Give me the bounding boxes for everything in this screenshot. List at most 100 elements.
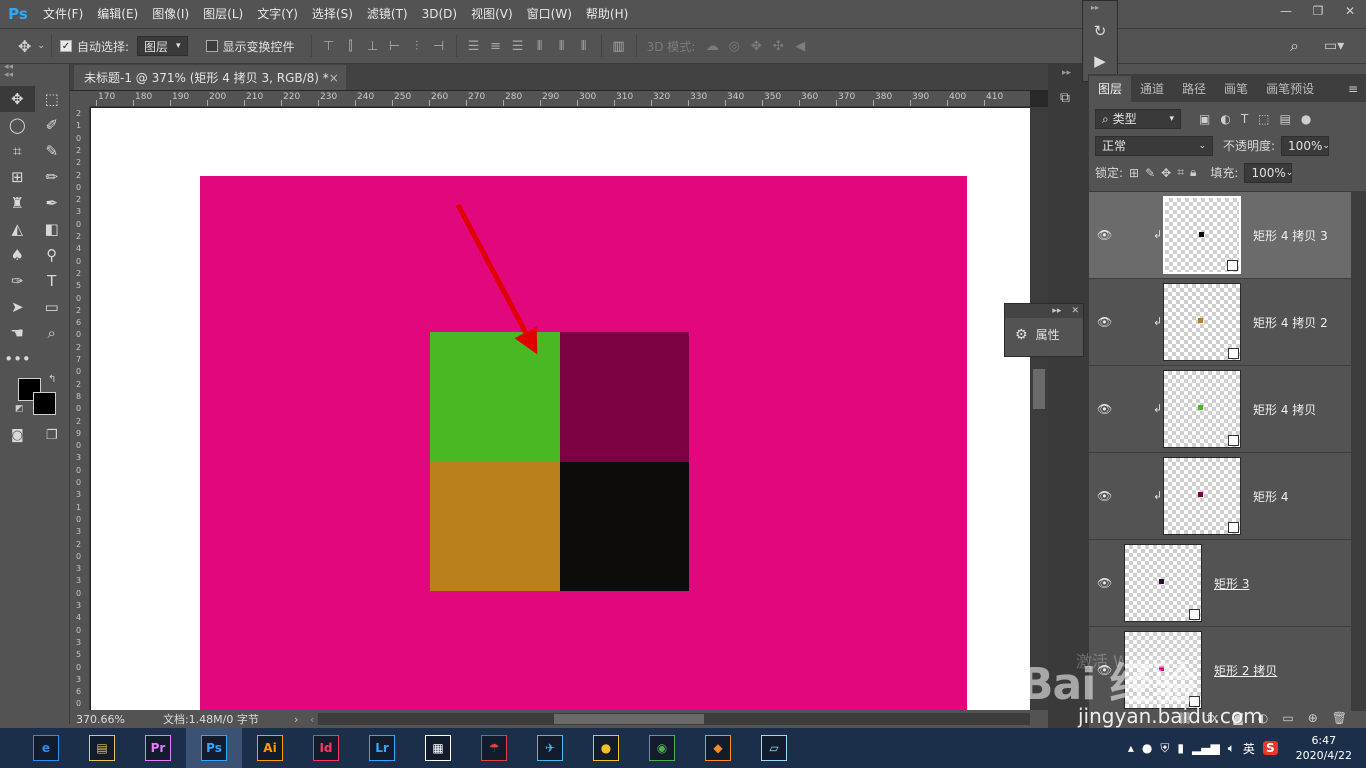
distribute-left-icon[interactable]: ⦀ — [529, 35, 551, 57]
layer-name[interactable]: 矩形 4 — [1253, 488, 1288, 505]
layer-thumbnail[interactable] — [1163, 283, 1241, 361]
menu-item[interactable]: 文字(Y) — [250, 0, 305, 28]
layer-name[interactable]: 矩形 4 拷贝 2 — [1253, 314, 1328, 331]
menu-item[interactable]: 帮助(H) — [579, 0, 635, 28]
network-icon[interactable]: ▂▄▆ — [1192, 741, 1220, 755]
play-icon[interactable]: ▶ — [1083, 52, 1117, 70]
align-top-icon[interactable]: ⊤ — [318, 35, 340, 57]
shape-filter-icon[interactable]: ⬚ — [1258, 112, 1269, 126]
layer-thumbnail[interactable] — [1163, 457, 1241, 535]
collapse-icon[interactable]: ▸▸ — [1062, 68, 1071, 78]
restore-icon[interactable]: ❐ — [1302, 0, 1334, 22]
new-layer-icon[interactable]: ⊕ — [1308, 711, 1318, 725]
align-left-icon[interactable]: ⊢ — [384, 35, 406, 57]
screen-mode-icon[interactable]: ❐ — [35, 422, 70, 448]
collapse-icon[interactable]: ◂◂ — [4, 62, 13, 72]
align-hcenter-icon[interactable]: ⫶ — [406, 35, 428, 57]
chevron-left-icon[interactable]: ‹ — [310, 713, 314, 726]
lock-all-icon[interactable]: 🔒︎ — [1190, 165, 1196, 180]
scrollbar-thumb[interactable] — [554, 714, 704, 724]
taskbar-file-explorer[interactable]: ▤ — [74, 728, 130, 768]
rectangle-tool-icon[interactable]: ▭ — [35, 294, 70, 320]
scrollbar-thumb[interactable] — [1033, 369, 1045, 409]
swap-colors-icon[interactable]: ↰ — [48, 374, 56, 385]
eye-icon[interactable]: 👁︎ — [1097, 489, 1113, 503]
collapse-icon[interactable]: ▸▸ — [1083, 1, 1117, 14]
auto-select-checkbox[interactable]: ✓ — [59, 40, 72, 52]
layer-thumbnail[interactable] — [1163, 370, 1241, 448]
fx-icon[interactable]: fx — [1207, 711, 1218, 725]
distribute-right-icon[interactable]: ⦀ — [573, 35, 595, 57]
lock-artboard-icon[interactable]: ⌗ — [1177, 165, 1184, 180]
taskbar-illustrator[interactable]: Ai — [242, 728, 298, 768]
smart-object-filter-icon[interactable]: ▤ — [1280, 112, 1291, 126]
layer-row[interactable]: 👁︎ ↲ 矩形 4 拷贝 — [1089, 366, 1351, 453]
link-layers-icon[interactable]: ⛓ — [1178, 711, 1193, 725]
align-right-icon[interactable]: ⊣ — [428, 35, 450, 57]
distribute-top-icon[interactable]: ☰ — [463, 35, 485, 57]
menu-item[interactable]: 3D(D) — [415, 0, 464, 28]
distribute-hcenter-icon[interactable]: ⦀ — [551, 35, 573, 57]
close-icon[interactable]: ✕ — [1071, 306, 1079, 316]
pixel-filter-icon[interactable]: ▣ — [1199, 112, 1210, 126]
layer-row[interactable]: 👁︎ ↲ 矩形 4 拷贝 3 — [1089, 192, 1351, 279]
taskbar-umbrella-app[interactable]: ☂ — [466, 728, 522, 768]
tab-1[interactable]: 通道 — [1131, 76, 1173, 102]
fill-input[interactable]: 100% ⌄ — [1244, 162, 1293, 183]
quick-select-tool-icon[interactable]: ✐ — [35, 112, 70, 138]
layer-filter-select[interactable]: ⌕ 类型 ▾ — [1095, 108, 1181, 129]
minimize-icon[interactable]: — — [1270, 0, 1302, 22]
brush-tool-icon[interactable]: ✏ — [35, 164, 70, 190]
show-transform-checkbox[interactable] — [205, 40, 218, 52]
hand-tool-icon[interactable]: ☚ — [0, 320, 35, 346]
eye-icon[interactable]: 👁︎ — [1097, 402, 1113, 416]
lock-transparent-icon[interactable]: ⊞ — [1129, 166, 1139, 180]
layer-row[interactable]: 👁︎ 矩形 3 — [1089, 540, 1351, 627]
blend-mode-select[interactable]: 正常 ⌄ — [1095, 135, 1213, 156]
crop-tool-icon[interactable]: ⌗ — [0, 138, 35, 164]
clone-stamp-tool-icon[interactable]: ♜ — [0, 190, 35, 216]
align-vcenter-icon[interactable]: ⫿ — [340, 35, 362, 57]
pen-tool-icon[interactable]: ✑ — [0, 268, 35, 294]
group-icon[interactable]: ▭ — [1282, 711, 1293, 725]
volume-icon[interactable]: 🔈︎ — [1228, 741, 1235, 756]
taskbar-lightroom[interactable]: Lr — [354, 728, 410, 768]
align-bottom-icon[interactable]: ⊥ — [362, 35, 384, 57]
layer-name[interactable]: 矩形 3 — [1214, 575, 1249, 592]
taskbar-indesign[interactable]: Id — [298, 728, 354, 768]
taskbar-photoshop[interactable]: Ps — [186, 728, 242, 768]
blur-tool-icon[interactable]: ♠ — [0, 242, 35, 268]
history-brush-tool-icon[interactable]: ✒ — [35, 190, 70, 216]
canvas[interactable] — [91, 108, 1030, 711]
adjustment-filter-icon[interactable]: ◐ — [1220, 112, 1230, 126]
add-mask-icon[interactable]: ◙ — [1232, 711, 1244, 725]
eye-icon[interactable]: 👁︎ — [1097, 576, 1113, 590]
menu-item[interactable]: 窗口(W) — [520, 0, 579, 28]
sogou-icon[interactable]: S — [1262, 741, 1278, 755]
tab-4[interactable]: 画笔预设 — [1257, 76, 1323, 102]
layer-row[interactable]: 👁︎ ↲ 矩形 4 — [1089, 453, 1351, 540]
chevron-right-icon[interactable]: › — [294, 713, 298, 726]
slide-3d-icon[interactable]: ✣ — [767, 35, 789, 57]
auto-align-icon[interactable]: ▥ — [608, 35, 630, 57]
zoom-level[interactable]: 370.66% — [76, 713, 125, 726]
device-tray-icon[interactable]: ▮ — [1177, 741, 1184, 755]
marquee-tool-icon[interactable]: ⬚ — [35, 86, 70, 112]
type-tool-icon[interactable]: T — [35, 268, 70, 294]
menu-item[interactable]: 滤镜(T) — [360, 0, 415, 28]
quick-mask-icon[interactable]: ◙ — [0, 422, 35, 448]
security-tray-icon[interactable]: ⛨ — [1160, 741, 1169, 756]
taskbar-chrome[interactable]: ◉ — [634, 728, 690, 768]
tray-expand-icon[interactable]: ▴ — [1128, 741, 1134, 755]
trash-icon[interactable]: 🗑︎ — [1332, 711, 1347, 725]
close-icon[interactable]: ✕ — [1334, 0, 1366, 22]
tab-0[interactable]: 图层 — [1089, 76, 1132, 102]
chevron-down-icon[interactable]: ⌄ — [37, 41, 45, 51]
tab-2[interactable]: 路径 — [1173, 76, 1215, 102]
eye-icon[interactable]: 👁︎ — [1097, 315, 1113, 329]
qq-tray-icon[interactable]: ● — [1142, 741, 1152, 755]
more-tools-icon[interactable]: ••• — [0, 346, 35, 372]
menu-item[interactable]: 文件(F) — [36, 0, 90, 28]
collapse-icon[interactable]: ▸▸ — [1052, 306, 1061, 316]
adjustment-layer-icon[interactable]: ◐ — [1258, 711, 1268, 725]
